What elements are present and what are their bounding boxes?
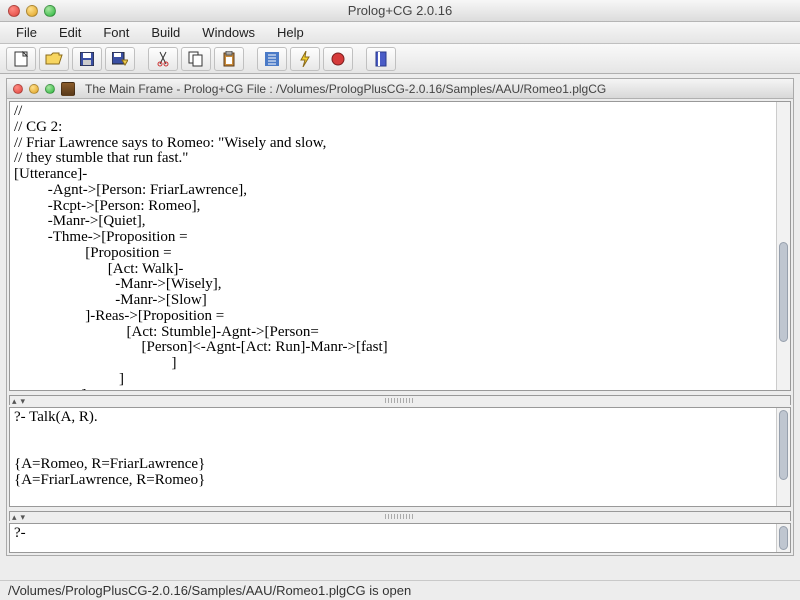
save-as-button[interactable]: [105, 47, 135, 71]
toolbar-separator: [359, 48, 360, 70]
window-traffic-lights: [8, 5, 56, 17]
close-icon[interactable]: [13, 84, 23, 94]
toolbar-separator: [141, 48, 142, 70]
toolbar-separator: [250, 48, 251, 70]
console-scrollbar[interactable]: [776, 408, 790, 506]
stop-icon: [331, 52, 345, 66]
panes-container: // // CG 2: // Friar Lawrence says to Ro…: [7, 99, 793, 555]
menubar: File Edit Font Build Windows Help: [0, 22, 800, 44]
document-titlebar: The Main Frame - Prolog+CG File : /Volum…: [7, 79, 793, 99]
open-file-button[interactable]: [39, 47, 69, 71]
menu-file[interactable]: File: [6, 23, 47, 42]
status-bar: /Volumes/PrologPlusCG-2.0.16/Samples/AAU…: [0, 580, 800, 600]
window-titlebar: Prolog+CG 2.0.16: [0, 0, 800, 22]
book-icon: [374, 51, 388, 67]
scrollbar-thumb[interactable]: [779, 242, 788, 342]
zoom-icon[interactable]: [45, 84, 55, 94]
grip-icon: [385, 514, 415, 519]
open-folder-icon: [45, 52, 63, 66]
cut-button[interactable]: [148, 47, 178, 71]
save-as-icon: [112, 52, 128, 66]
editor-pane: // // CG 2: // Friar Lawrence says to Ro…: [9, 101, 791, 391]
copy-icon: [188, 51, 204, 67]
stop-button[interactable]: [323, 47, 353, 71]
bookmark-button[interactable]: [366, 47, 396, 71]
new-file-button[interactable]: [6, 47, 36, 71]
document-window: The Main Frame - Prolog+CG File : /Volum…: [6, 78, 794, 556]
toolbar: [0, 44, 800, 74]
paste-icon: [222, 51, 236, 67]
list-icon: [265, 52, 279, 66]
input-pane-header[interactable]: ▴ ▾: [9, 511, 791, 521]
new-file-icon: [14, 51, 28, 67]
zoom-icon[interactable]: [44, 5, 56, 17]
input-pane: ?-: [9, 523, 791, 553]
status-text: /Volumes/PrologPlusCG-2.0.16/Samples/AAU…: [8, 583, 411, 598]
save-button[interactable]: [72, 47, 102, 71]
triangle-up-icon: ▴: [10, 512, 19, 521]
document-traffic-lights: [13, 84, 55, 94]
paste-button[interactable]: [214, 47, 244, 71]
lightning-icon: [298, 51, 312, 67]
scrollbar-thumb[interactable]: [779, 410, 788, 480]
window-title: Prolog+CG 2.0.16: [0, 3, 800, 18]
scrollbar-thumb[interactable]: [779, 526, 788, 550]
menu-edit[interactable]: Edit: [49, 23, 91, 42]
input-content[interactable]: ?-: [10, 524, 776, 552]
triangle-down-icon: ▾: [19, 512, 28, 521]
copy-button[interactable]: [181, 47, 211, 71]
input-scrollbar[interactable]: [776, 524, 790, 552]
triangle-up-icon: ▴: [10, 396, 19, 405]
minimize-icon[interactable]: [26, 5, 38, 17]
menu-font[interactable]: Font: [93, 23, 139, 42]
editor-scrollbar[interactable]: [776, 102, 790, 390]
console-pane: ?- Talk(A, R). {A=Romeo, R=FriarLawrence…: [9, 407, 791, 507]
minimize-icon[interactable]: [29, 84, 39, 94]
compile-button[interactable]: [257, 47, 287, 71]
console-content[interactable]: ?- Talk(A, R). {A=Romeo, R=FriarLawrence…: [10, 408, 776, 506]
grip-icon: [385, 398, 415, 403]
scissors-icon: [156, 51, 170, 67]
app-icon: [61, 82, 75, 96]
console-pane-header[interactable]: ▴ ▾: [9, 395, 791, 405]
editor-content[interactable]: // // CG 2: // Friar Lawrence says to Ro…: [10, 102, 776, 390]
menu-build[interactable]: Build: [141, 23, 190, 42]
document-title: The Main Frame - Prolog+CG File : /Volum…: [85, 82, 606, 96]
close-icon[interactable]: [8, 5, 20, 17]
triangle-down-icon: ▾: [19, 396, 28, 405]
run-button[interactable]: [290, 47, 320, 71]
save-icon: [80, 52, 94, 66]
menu-help[interactable]: Help: [267, 23, 314, 42]
menu-windows[interactable]: Windows: [192, 23, 265, 42]
